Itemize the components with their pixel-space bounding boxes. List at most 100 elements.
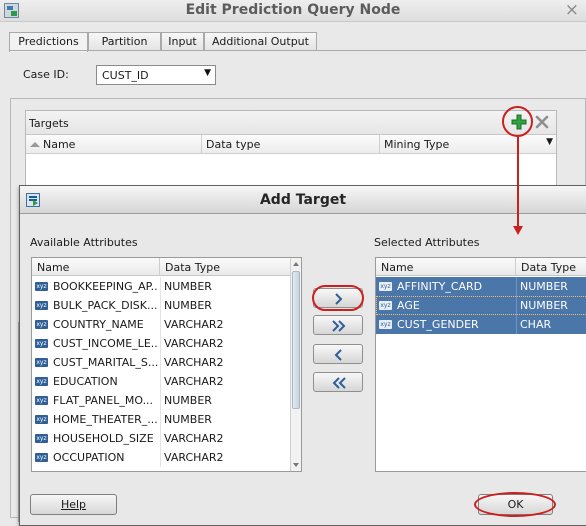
attribute-type-icon: xyz [35, 377, 48, 386]
attribute-data-type: CHAR [516, 315, 586, 334]
dialog-title: Add Target [259, 192, 347, 208]
tab-partition[interactable]: Partition [88, 32, 161, 51]
attribute-data-type: NUMBER [160, 391, 290, 410]
list-item[interactable]: xyz COUNTRY_NAME VARCHAR2 [32, 315, 290, 334]
dropdown-arrow-icon: ▼ [204, 68, 211, 78]
selected-attributes-label: Selected Attributes [374, 236, 480, 249]
chevron-left-icon [334, 349, 342, 361]
list-item[interactable]: xyz AGE NUMBER [376, 296, 586, 315]
annotation-arrow-line [517, 137, 519, 229]
list-item[interactable]: xyz CUST_GENDER CHAR [376, 315, 586, 334]
attribute-type-icon: xyz [379, 320, 392, 329]
annotation-circle-ok [474, 492, 556, 517]
column-menu-icon[interactable]: ▼ [546, 137, 553, 147]
targets-header: Targets [26, 111, 556, 135]
attribute-type-icon: xyz [35, 396, 48, 405]
attribute-name: CUST_MARITAL_S... [53, 356, 158, 369]
attribute-type-icon: xyz [35, 282, 48, 291]
scroll-up-icon[interactable] [293, 262, 299, 266]
case-id-label: Case ID: [23, 68, 69, 81]
case-id-dropdown[interactable]: CUST_ID ▼ [96, 65, 216, 85]
attribute-data-type: NUMBER [516, 296, 586, 315]
column-data-type[interactable]: Data Type [516, 258, 586, 276]
parent-window-title: Edit Prediction Query Node [185, 2, 401, 18]
attribute-data-type: VARCHAR2 [160, 372, 290, 391]
dialog-titlebar: Add Target [20, 186, 586, 214]
list-item[interactable]: xyz CUST_INCOME_LE... VARCHAR2 [32, 334, 290, 353]
targets-column-header: Name Data type Mining Type ▼ [26, 135, 556, 154]
list-item[interactable]: xyz AFFINITY_CARD NUMBER [376, 277, 586, 296]
help-button[interactable]: Help [30, 494, 117, 515]
remove-all-button[interactable] [313, 372, 363, 392]
attribute-name: COUNTRY_NAME [53, 318, 144, 331]
attribute-data-type: NUMBER [160, 296, 290, 315]
attribute-name: HOME_THEATER_... [53, 413, 158, 426]
attribute-data-type: VARCHAR2 [160, 353, 290, 372]
remove-selected-button[interactable] [313, 344, 363, 364]
column-data-type[interactable]: Data Type [160, 258, 291, 276]
attribute-name: BULK_PACK_DISK... [53, 299, 158, 312]
list-item[interactable]: xyz HOME_THEATER_... NUMBER [32, 410, 290, 429]
annotation-arrowhead [513, 226, 523, 235]
attribute-name: CUST_GENDER [397, 318, 479, 331]
list-item[interactable]: xyz BOOKKEEPING_AP... NUMBER [32, 277, 290, 296]
attribute-data-type: NUMBER [160, 410, 290, 429]
attribute-type-icon: xyz [35, 434, 48, 443]
list-item[interactable]: xyz CUST_MARITAL_S... VARCHAR2 [32, 353, 290, 372]
attribute-type-icon: xyz [35, 453, 48, 462]
attribute-type-icon: xyz [35, 339, 48, 348]
attribute-data-type: NUMBER [160, 277, 290, 296]
list-item[interactable]: xyz OCCUPATION VARCHAR2 [32, 448, 290, 467]
list-item[interactable]: xyz HOUSEHOLD_SIZE VARCHAR2 [32, 429, 290, 448]
parent-titlebar: Edit Prediction Query Node × [0, 0, 586, 22]
available-attributes-label: Available Attributes [30, 236, 138, 249]
attribute-name: EDUCATION [53, 375, 118, 388]
tab-divider [9, 50, 586, 51]
tab-predictions[interactable]: Predictions [9, 32, 88, 52]
list-item[interactable]: xyz BULK_PACK_DISK... NUMBER [32, 296, 290, 315]
x-icon[interactable] [534, 114, 550, 130]
attribute-data-type: VARCHAR2 [160, 315, 290, 334]
available-scrollbar[interactable] [290, 258, 301, 471]
tab-additional-output[interactable]: Additional Output [204, 32, 317, 51]
selected-attributes-list[interactable]: Name Data Type xyz AFFINITY_CARD NUMBER xyz… [375, 257, 586, 472]
attribute-type-icon: xyz [379, 282, 392, 291]
attribute-data-type: VARCHAR2 [160, 448, 290, 467]
attribute-name: HOUSEHOLD_SIZE [53, 432, 154, 445]
annotation-circle-add [502, 106, 533, 137]
case-id-value: CUST_ID [102, 69, 149, 82]
double-chevron-left-icon [332, 377, 346, 389]
double-chevron-right-icon [332, 320, 346, 332]
targets-title: Targets [29, 117, 69, 130]
sort-icon [30, 142, 40, 147]
available-list-header: Name Data Type [32, 258, 301, 276]
scroll-thumb[interactable] [292, 271, 300, 409]
attribute-name: AGE [397, 299, 420, 312]
attribute-name: OCCUPATION [53, 451, 125, 464]
column-name[interactable]: Name [32, 258, 160, 276]
attribute-data-type: NUMBER [516, 277, 586, 296]
attribute-type-icon: xyz [35, 301, 48, 310]
selected-list-header: Name Data Type [376, 258, 586, 276]
annotation-circle-move [312, 285, 364, 311]
column-data-type[interactable]: Data type [202, 135, 380, 154]
close-icon[interactable]: × [565, 1, 579, 19]
scroll-down-icon[interactable] [293, 463, 299, 467]
attribute-type-icon: xyz [35, 320, 48, 329]
add-target-dialog: Add Target Available Attributes Selected… [19, 185, 586, 526]
attribute-name: BOOKKEEPING_AP... [53, 280, 158, 293]
attribute-name: FLAT_PANEL_MO... [53, 394, 154, 407]
attribute-name: CUST_INCOME_LE... [53, 337, 158, 350]
column-name[interactable]: Name [376, 258, 516, 276]
column-name[interactable]: Name [26, 135, 202, 154]
available-attributes-list[interactable]: Name Data Type xyz BOOKKEEPING_AP... NUMBE… [31, 257, 302, 472]
window-edge [10, 322, 19, 522]
move-all-button[interactable] [313, 315, 363, 335]
attribute-type-icon: xyz [35, 358, 48, 367]
column-mining-type[interactable]: Mining Type ▼ [380, 135, 556, 154]
attribute-name: AFFINITY_CARD [397, 280, 483, 293]
list-item[interactable]: xyz FLAT_PANEL_MO... NUMBER [32, 391, 290, 410]
attribute-data-type: VARCHAR2 [160, 334, 290, 353]
tab-input[interactable]: Input [161, 32, 204, 51]
list-item[interactable]: xyz EDUCATION VARCHAR2 [32, 372, 290, 391]
